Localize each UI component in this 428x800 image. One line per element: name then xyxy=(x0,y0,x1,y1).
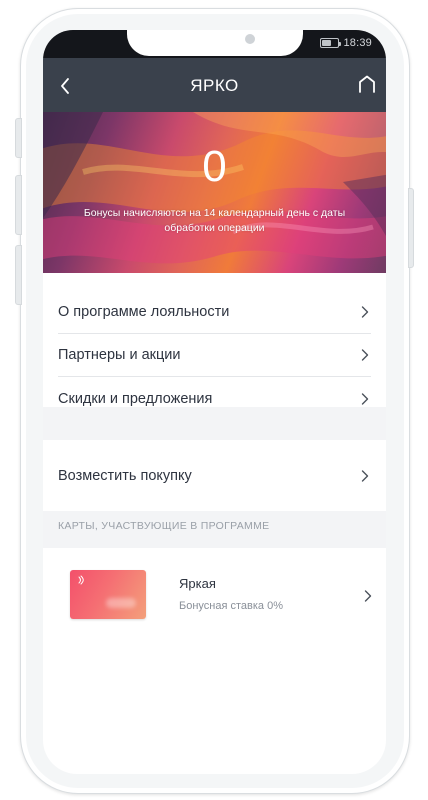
chevron-right-icon xyxy=(359,306,371,318)
volume-down-button xyxy=(15,245,22,305)
card-item[interactable]: Яркая Бонусная ставка 0% xyxy=(43,548,386,644)
chevron-right-icon xyxy=(359,349,371,361)
home-button[interactable] xyxy=(356,73,378,95)
camera xyxy=(245,34,255,44)
menu-item-about-program[interactable]: О программе лояльности xyxy=(58,291,371,334)
page-title: ЯРКО xyxy=(190,76,239,95)
home-icon xyxy=(359,75,375,93)
menu-item-label: Скидки и предложения xyxy=(58,390,213,407)
app-bar: ЯРКО xyxy=(43,58,386,112)
battery-icon xyxy=(320,38,342,48)
compensate-purchase-item[interactable]: Возместить покупку xyxy=(58,440,371,511)
card-thumbnail xyxy=(70,570,146,619)
status-time: 18:39 xyxy=(343,37,372,49)
banner-artwork xyxy=(43,112,386,264)
menu-item-discounts[interactable]: Скидки и предложения xyxy=(58,377,371,420)
bonus-banner: 0 Бонусы начисляются на 14 календарный д… xyxy=(43,112,386,273)
volume-up-button xyxy=(15,175,22,235)
compensate-section: Возместить покупку xyxy=(43,440,386,511)
compensate-label: Возместить покупку xyxy=(58,467,192,484)
menu-item-partners[interactable]: Партнеры и акции xyxy=(58,334,371,377)
bonus-note: Бонусы начисляются на 14 календарный ден… xyxy=(83,207,346,234)
notch xyxy=(127,30,303,56)
bonus-value: 0 xyxy=(202,142,227,191)
chevron-right-icon xyxy=(362,590,374,602)
mute-switch xyxy=(15,118,22,158)
contactless-icon xyxy=(78,575,84,585)
menu-item-label: О программе лояльности xyxy=(58,304,230,320)
menu-item-label: Партнеры и акции xyxy=(58,347,181,363)
card-name: Яркая xyxy=(179,576,216,591)
cards-section-header: КАРТЫ, УЧАСТВУЮЩИЕ В ПРОГРАММЕ xyxy=(58,520,270,532)
chevron-right-icon xyxy=(359,392,371,405)
chevron-right-icon xyxy=(359,469,371,482)
power-button xyxy=(408,188,414,268)
loyalty-menu: О программе лояльности Партнеры и акции … xyxy=(43,273,386,407)
cards-list: Яркая Бонусная ставка 0% xyxy=(43,548,386,774)
card-bonus-rate: Бонусная ставка 0% xyxy=(179,600,283,612)
card-number-blur xyxy=(106,598,136,608)
status-bar: 18:39 xyxy=(43,30,386,58)
status-right: 18:39 xyxy=(320,37,372,49)
screen: 18:39 ЯРКО 0 Бонусы начисляются на 14 ка… xyxy=(43,30,386,774)
